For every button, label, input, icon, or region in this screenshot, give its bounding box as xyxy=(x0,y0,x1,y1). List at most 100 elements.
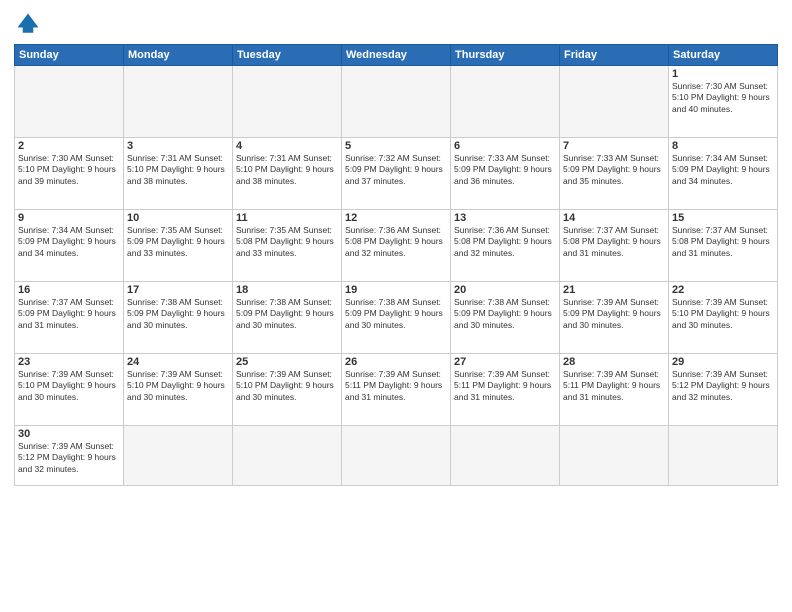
calendar-cell: 28Sunrise: 7:39 AM Sunset: 5:11 PM Dayli… xyxy=(560,354,669,426)
day-header-sunday: Sunday xyxy=(15,45,124,66)
day-number: 5 xyxy=(345,140,447,152)
day-number: 7 xyxy=(563,140,665,152)
day-number: 16 xyxy=(18,284,120,296)
calendar-cell xyxy=(342,66,451,138)
header xyxy=(14,10,778,38)
day-number: 4 xyxy=(236,140,338,152)
day-info: Sunrise: 7:39 AM Sunset: 5:10 PM Dayligh… xyxy=(672,297,774,331)
calendar-cell xyxy=(451,426,560,486)
day-info: Sunrise: 7:37 AM Sunset: 5:08 PM Dayligh… xyxy=(563,225,665,259)
day-info: Sunrise: 7:38 AM Sunset: 5:09 PM Dayligh… xyxy=(236,297,338,331)
calendar-cell: 23Sunrise: 7:39 AM Sunset: 5:10 PM Dayli… xyxy=(15,354,124,426)
day-info: Sunrise: 7:30 AM Sunset: 5:10 PM Dayligh… xyxy=(18,153,120,187)
day-number: 15 xyxy=(672,212,774,224)
calendar-cell: 9Sunrise: 7:34 AM Sunset: 5:09 PM Daylig… xyxy=(15,210,124,282)
day-info: Sunrise: 7:38 AM Sunset: 5:09 PM Dayligh… xyxy=(454,297,556,331)
logo xyxy=(14,10,46,38)
day-number: 27 xyxy=(454,356,556,368)
day-number: 10 xyxy=(127,212,229,224)
day-header-saturday: Saturday xyxy=(669,45,778,66)
day-info: Sunrise: 7:30 AM Sunset: 5:10 PM Dayligh… xyxy=(672,81,774,115)
day-number: 29 xyxy=(672,356,774,368)
day-info: Sunrise: 7:35 AM Sunset: 5:08 PM Dayligh… xyxy=(236,225,338,259)
day-info: Sunrise: 7:36 AM Sunset: 5:08 PM Dayligh… xyxy=(345,225,447,259)
day-info: Sunrise: 7:39 AM Sunset: 5:11 PM Dayligh… xyxy=(563,369,665,403)
day-number: 20 xyxy=(454,284,556,296)
calendar-cell: 22Sunrise: 7:39 AM Sunset: 5:10 PM Dayli… xyxy=(669,282,778,354)
day-number: 19 xyxy=(345,284,447,296)
day-number: 22 xyxy=(672,284,774,296)
calendar-cell: 14Sunrise: 7:37 AM Sunset: 5:08 PM Dayli… xyxy=(560,210,669,282)
day-number: 6 xyxy=(454,140,556,152)
day-number: 14 xyxy=(563,212,665,224)
day-info: Sunrise: 7:38 AM Sunset: 5:09 PM Dayligh… xyxy=(345,297,447,331)
day-info: Sunrise: 7:39 AM Sunset: 5:10 PM Dayligh… xyxy=(18,369,120,403)
week-row-2: 2Sunrise: 7:30 AM Sunset: 5:10 PM Daylig… xyxy=(15,138,778,210)
days-header-row: SundayMondayTuesdayWednesdayThursdayFrid… xyxy=(15,45,778,66)
calendar-cell: 18Sunrise: 7:38 AM Sunset: 5:09 PM Dayli… xyxy=(233,282,342,354)
calendar-cell: 21Sunrise: 7:39 AM Sunset: 5:09 PM Dayli… xyxy=(560,282,669,354)
day-info: Sunrise: 7:39 AM Sunset: 5:12 PM Dayligh… xyxy=(672,369,774,403)
calendar-cell: 25Sunrise: 7:39 AM Sunset: 5:10 PM Dayli… xyxy=(233,354,342,426)
calendar-cell: 1Sunrise: 7:30 AM Sunset: 5:10 PM Daylig… xyxy=(669,66,778,138)
calendar-cell: 19Sunrise: 7:38 AM Sunset: 5:09 PM Dayli… xyxy=(342,282,451,354)
day-number: 3 xyxy=(127,140,229,152)
day-info: Sunrise: 7:36 AM Sunset: 5:08 PM Dayligh… xyxy=(454,225,556,259)
day-number: 24 xyxy=(127,356,229,368)
calendar-cell xyxy=(233,426,342,486)
week-row-5: 23Sunrise: 7:39 AM Sunset: 5:10 PM Dayli… xyxy=(15,354,778,426)
calendar-cell: 12Sunrise: 7:36 AM Sunset: 5:08 PM Dayli… xyxy=(342,210,451,282)
calendar-cell: 11Sunrise: 7:35 AM Sunset: 5:08 PM Dayli… xyxy=(233,210,342,282)
calendar-cell: 3Sunrise: 7:31 AM Sunset: 5:10 PM Daylig… xyxy=(124,138,233,210)
calendar-cell xyxy=(15,66,124,138)
calendar-cell: 8Sunrise: 7:34 AM Sunset: 5:09 PM Daylig… xyxy=(669,138,778,210)
calendar-cell: 4Sunrise: 7:31 AM Sunset: 5:10 PM Daylig… xyxy=(233,138,342,210)
day-number: 11 xyxy=(236,212,338,224)
calendar-cell: 5Sunrise: 7:32 AM Sunset: 5:09 PM Daylig… xyxy=(342,138,451,210)
calendar-cell: 13Sunrise: 7:36 AM Sunset: 5:08 PM Dayli… xyxy=(451,210,560,282)
day-info: Sunrise: 7:31 AM Sunset: 5:10 PM Dayligh… xyxy=(236,153,338,187)
day-number: 1 xyxy=(672,68,774,80)
day-info: Sunrise: 7:38 AM Sunset: 5:09 PM Dayligh… xyxy=(127,297,229,331)
day-header-friday: Friday xyxy=(560,45,669,66)
calendar-cell: 24Sunrise: 7:39 AM Sunset: 5:10 PM Dayli… xyxy=(124,354,233,426)
day-info: Sunrise: 7:39 AM Sunset: 5:12 PM Dayligh… xyxy=(18,441,120,475)
calendar-cell: 17Sunrise: 7:38 AM Sunset: 5:09 PM Dayli… xyxy=(124,282,233,354)
day-number: 13 xyxy=(454,212,556,224)
day-number: 23 xyxy=(18,356,120,368)
day-number: 30 xyxy=(18,428,120,440)
day-number: 28 xyxy=(563,356,665,368)
day-info: Sunrise: 7:31 AM Sunset: 5:10 PM Dayligh… xyxy=(127,153,229,187)
week-row-6: 30Sunrise: 7:39 AM Sunset: 5:12 PM Dayli… xyxy=(15,426,778,486)
day-info: Sunrise: 7:39 AM Sunset: 5:09 PM Dayligh… xyxy=(563,297,665,331)
day-info: Sunrise: 7:34 AM Sunset: 5:09 PM Dayligh… xyxy=(672,153,774,187)
day-header-thursday: Thursday xyxy=(451,45,560,66)
calendar-cell: 27Sunrise: 7:39 AM Sunset: 5:11 PM Dayli… xyxy=(451,354,560,426)
calendar-cell: 15Sunrise: 7:37 AM Sunset: 5:08 PM Dayli… xyxy=(669,210,778,282)
day-number: 2 xyxy=(18,140,120,152)
day-number: 21 xyxy=(563,284,665,296)
day-info: Sunrise: 7:39 AM Sunset: 5:11 PM Dayligh… xyxy=(454,369,556,403)
calendar-cell xyxy=(560,66,669,138)
calendar-cell: 10Sunrise: 7:35 AM Sunset: 5:09 PM Dayli… xyxy=(124,210,233,282)
day-info: Sunrise: 7:39 AM Sunset: 5:10 PM Dayligh… xyxy=(127,369,229,403)
calendar-page: SundayMondayTuesdayWednesdayThursdayFrid… xyxy=(0,0,792,612)
day-number: 17 xyxy=(127,284,229,296)
day-number: 12 xyxy=(345,212,447,224)
day-number: 26 xyxy=(345,356,447,368)
day-info: Sunrise: 7:37 AM Sunset: 5:09 PM Dayligh… xyxy=(18,297,120,331)
week-row-4: 16Sunrise: 7:37 AM Sunset: 5:09 PM Dayli… xyxy=(15,282,778,354)
calendar-cell xyxy=(233,66,342,138)
calendar-cell xyxy=(342,426,451,486)
calendar-cell xyxy=(124,66,233,138)
day-number: 18 xyxy=(236,284,338,296)
week-row-3: 9Sunrise: 7:34 AM Sunset: 5:09 PM Daylig… xyxy=(15,210,778,282)
week-row-1: 1Sunrise: 7:30 AM Sunset: 5:10 PM Daylig… xyxy=(15,66,778,138)
logo-icon xyxy=(14,10,42,38)
calendar-cell: 26Sunrise: 7:39 AM Sunset: 5:11 PM Dayli… xyxy=(342,354,451,426)
day-info: Sunrise: 7:32 AM Sunset: 5:09 PM Dayligh… xyxy=(345,153,447,187)
day-header-monday: Monday xyxy=(124,45,233,66)
calendar-cell: 29Sunrise: 7:39 AM Sunset: 5:12 PM Dayli… xyxy=(669,354,778,426)
calendar-table: SundayMondayTuesdayWednesdayThursdayFrid… xyxy=(14,44,778,486)
day-number: 25 xyxy=(236,356,338,368)
